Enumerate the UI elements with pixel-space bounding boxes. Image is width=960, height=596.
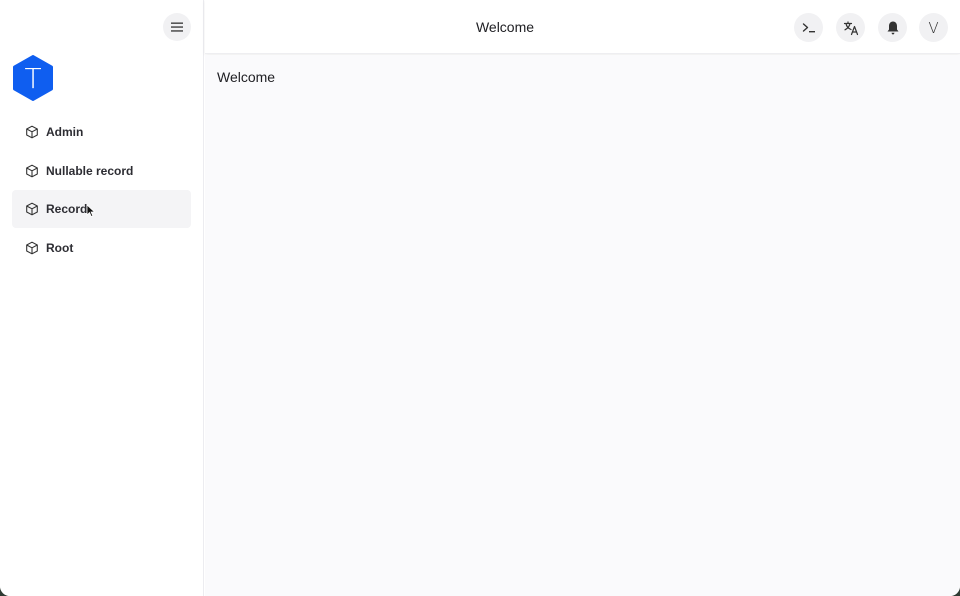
cube-icon xyxy=(25,164,39,178)
terminal-button[interactable] xyxy=(794,13,823,42)
cube-icon xyxy=(25,125,39,139)
bell-icon xyxy=(887,21,898,34)
notifications-button[interactable] xyxy=(878,13,907,42)
sidebar-item-nullable-record[interactable]: Nullable record xyxy=(12,152,191,190)
sidebar-item-label: Root xyxy=(46,240,74,255)
welcome-text: Welcome xyxy=(217,69,276,85)
cube-icon xyxy=(25,202,39,216)
main-content: Welcome xyxy=(205,55,960,596)
avatar: V xyxy=(928,18,939,37)
app-window: T Admin Nullable record Record Root Welc… xyxy=(0,0,960,596)
sidebar-item-admin[interactable]: Admin xyxy=(12,113,191,151)
app-logo[interactable]: T xyxy=(12,55,54,101)
sidebar-item-label: Record xyxy=(46,202,88,216)
hamburger-menu-button[interactable] xyxy=(163,13,191,41)
logo-letter: T xyxy=(24,61,42,95)
cube-icon xyxy=(25,241,39,255)
top-bar: Welcome V xyxy=(205,0,960,54)
page-title: Welcome xyxy=(475,19,535,35)
terminal-icon xyxy=(802,22,815,32)
language-button[interactable] xyxy=(836,13,865,42)
sidebar-item-record[interactable]: Record xyxy=(12,190,191,228)
hamburger-menu-icon xyxy=(171,22,183,32)
sidebar-nav: Admin Nullable record Record Root xyxy=(12,113,191,267)
sidebar: T Admin Nullable record Record Root xyxy=(0,0,204,596)
sidebar-item-label: Nullable record xyxy=(46,163,134,178)
translate-icon xyxy=(843,20,858,35)
sidebar-item-label: Admin xyxy=(46,125,84,139)
user-avatar-button[interactable]: V xyxy=(919,13,948,42)
sidebar-item-root[interactable]: Root xyxy=(12,229,191,267)
